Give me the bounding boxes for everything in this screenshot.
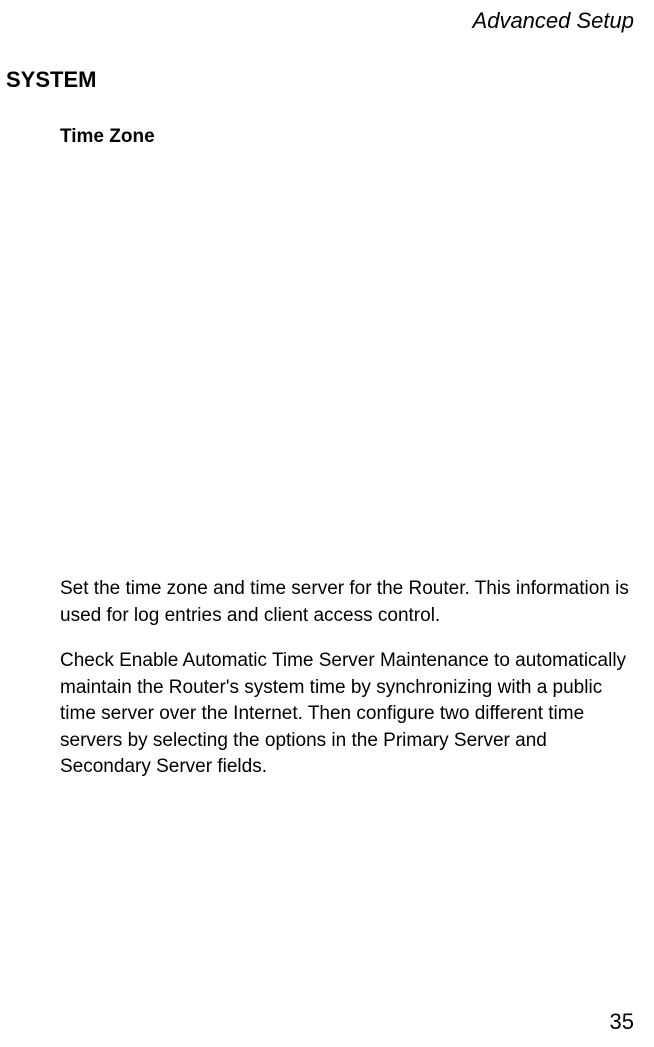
page-header-title: Advanced Setup <box>473 8 634 34</box>
sub-heading: Time Zone <box>60 126 155 148</box>
page-number: 35 <box>610 1009 634 1035</box>
body-paragraph-1: Set the time zone and time server for th… <box>60 576 634 629</box>
section-heading: SYSTEM <box>6 67 96 93</box>
body-paragraph-2: Check Enable Automatic Time Server Maint… <box>60 648 636 781</box>
